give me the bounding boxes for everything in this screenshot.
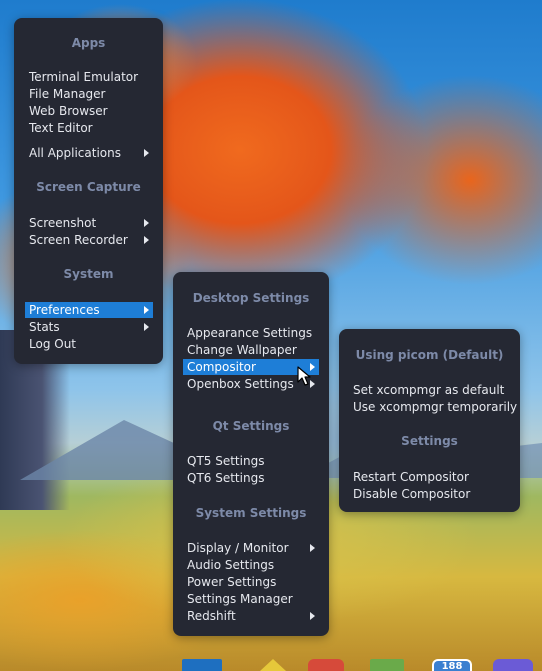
section-header-screen-capture: Screen Capture [36, 180, 141, 194]
submenu-arrow-icon [144, 149, 149, 157]
submenu-arrow-icon [144, 323, 149, 331]
dock-app-icon[interactable] [370, 659, 404, 671]
menu-item-web-browser[interactable]: Web Browser [25, 103, 153, 119]
menu-item-redshift[interactable]: Redshift [183, 608, 319, 624]
section-header-system-settings: System Settings [195, 506, 307, 520]
submenu-arrow-icon [144, 306, 149, 314]
menu-item-label: Display / Monitor [187, 541, 289, 555]
menu-item-appearance-settings[interactable]: Appearance Settings [183, 325, 319, 341]
dock-app-icon[interactable] [182, 659, 222, 671]
menu-item-log-out[interactable]: Log Out [25, 336, 153, 352]
menu-item-all-applications[interactable]: All Applications [25, 145, 153, 161]
menu-item-label: All Applications [29, 146, 121, 160]
submenu-arrow-icon [144, 236, 149, 244]
menu-item-power-settings[interactable]: Power Settings [183, 574, 319, 590]
menu-item-label: Screen Recorder [29, 233, 128, 247]
menu-item-qt5-settings[interactable]: QT5 Settings [183, 453, 319, 469]
dock-app-icon[interactable] [493, 659, 533, 671]
menu-item-screen-recorder[interactable]: Screen Recorder [25, 232, 153, 248]
menu-item-label: Compositor [187, 360, 256, 374]
menu-item-use-xcompmgr-temporarily[interactable]: Use xcompmgr temporarily [349, 399, 517, 415]
menu-item-label: Preferences [29, 303, 100, 317]
menu-item-stats[interactable]: Stats [25, 319, 153, 335]
mouse-pointer-icon [297, 366, 311, 386]
submenu-arrow-icon [310, 544, 315, 552]
menu-item-preferences[interactable]: Preferences [25, 302, 153, 318]
section-header-desktop-settings: Desktop Settings [192, 291, 310, 305]
menu-item-label: Redshift [187, 609, 236, 623]
menu-item-restart-compositor[interactable]: Restart Compositor [349, 469, 509, 485]
section-header-qt-settings: Qt Settings [212, 419, 290, 433]
menu-item-label: Openbox Settings [187, 377, 294, 391]
menu-item-settings-manager[interactable]: Settings Manager [183, 591, 319, 607]
submenu-arrow-icon [144, 219, 149, 227]
menu-item-file-manager[interactable]: File Manager [25, 86, 153, 102]
menu-item-label: Stats [29, 320, 60, 334]
compositor-submenu: Using picom (Default) Set xcompmgr as de… [339, 329, 520, 512]
root-menu: Apps Terminal Emulator File Manager Web … [14, 18, 163, 364]
menu-item-audio-settings[interactable]: Audio Settings [183, 557, 319, 573]
menu-item-set-xcompmgr-default[interactable]: Set xcompmgr as default [349, 382, 509, 398]
menu-item-screenshot[interactable]: Screenshot [25, 215, 153, 231]
dock-app-icon[interactable] [308, 659, 344, 671]
section-header-settings: Settings [401, 434, 458, 448]
section-header-using-picom: Using picom (Default) [355, 348, 504, 362]
menu-item-change-wallpaper[interactable]: Change Wallpaper [183, 342, 319, 358]
section-header-system: System [63, 267, 114, 281]
menu-item-terminal-emulator[interactable]: Terminal Emulator [25, 69, 153, 85]
preferences-submenu: Desktop Settings Appearance Settings Cha… [173, 272, 329, 636]
menu-item-label: Screenshot [29, 216, 97, 230]
dock-badge-app-icon[interactable]: 188 [432, 659, 472, 671]
menu-item-display-monitor[interactable]: Display / Monitor [183, 540, 319, 556]
menu-item-qt6-settings[interactable]: QT6 Settings [183, 470, 319, 486]
menu-item-text-editor[interactable]: Text Editor [25, 120, 153, 136]
menu-item-disable-compositor[interactable]: Disable Compositor [349, 486, 509, 502]
section-header-apps: Apps [71, 36, 106, 50]
submenu-arrow-icon [310, 612, 315, 620]
